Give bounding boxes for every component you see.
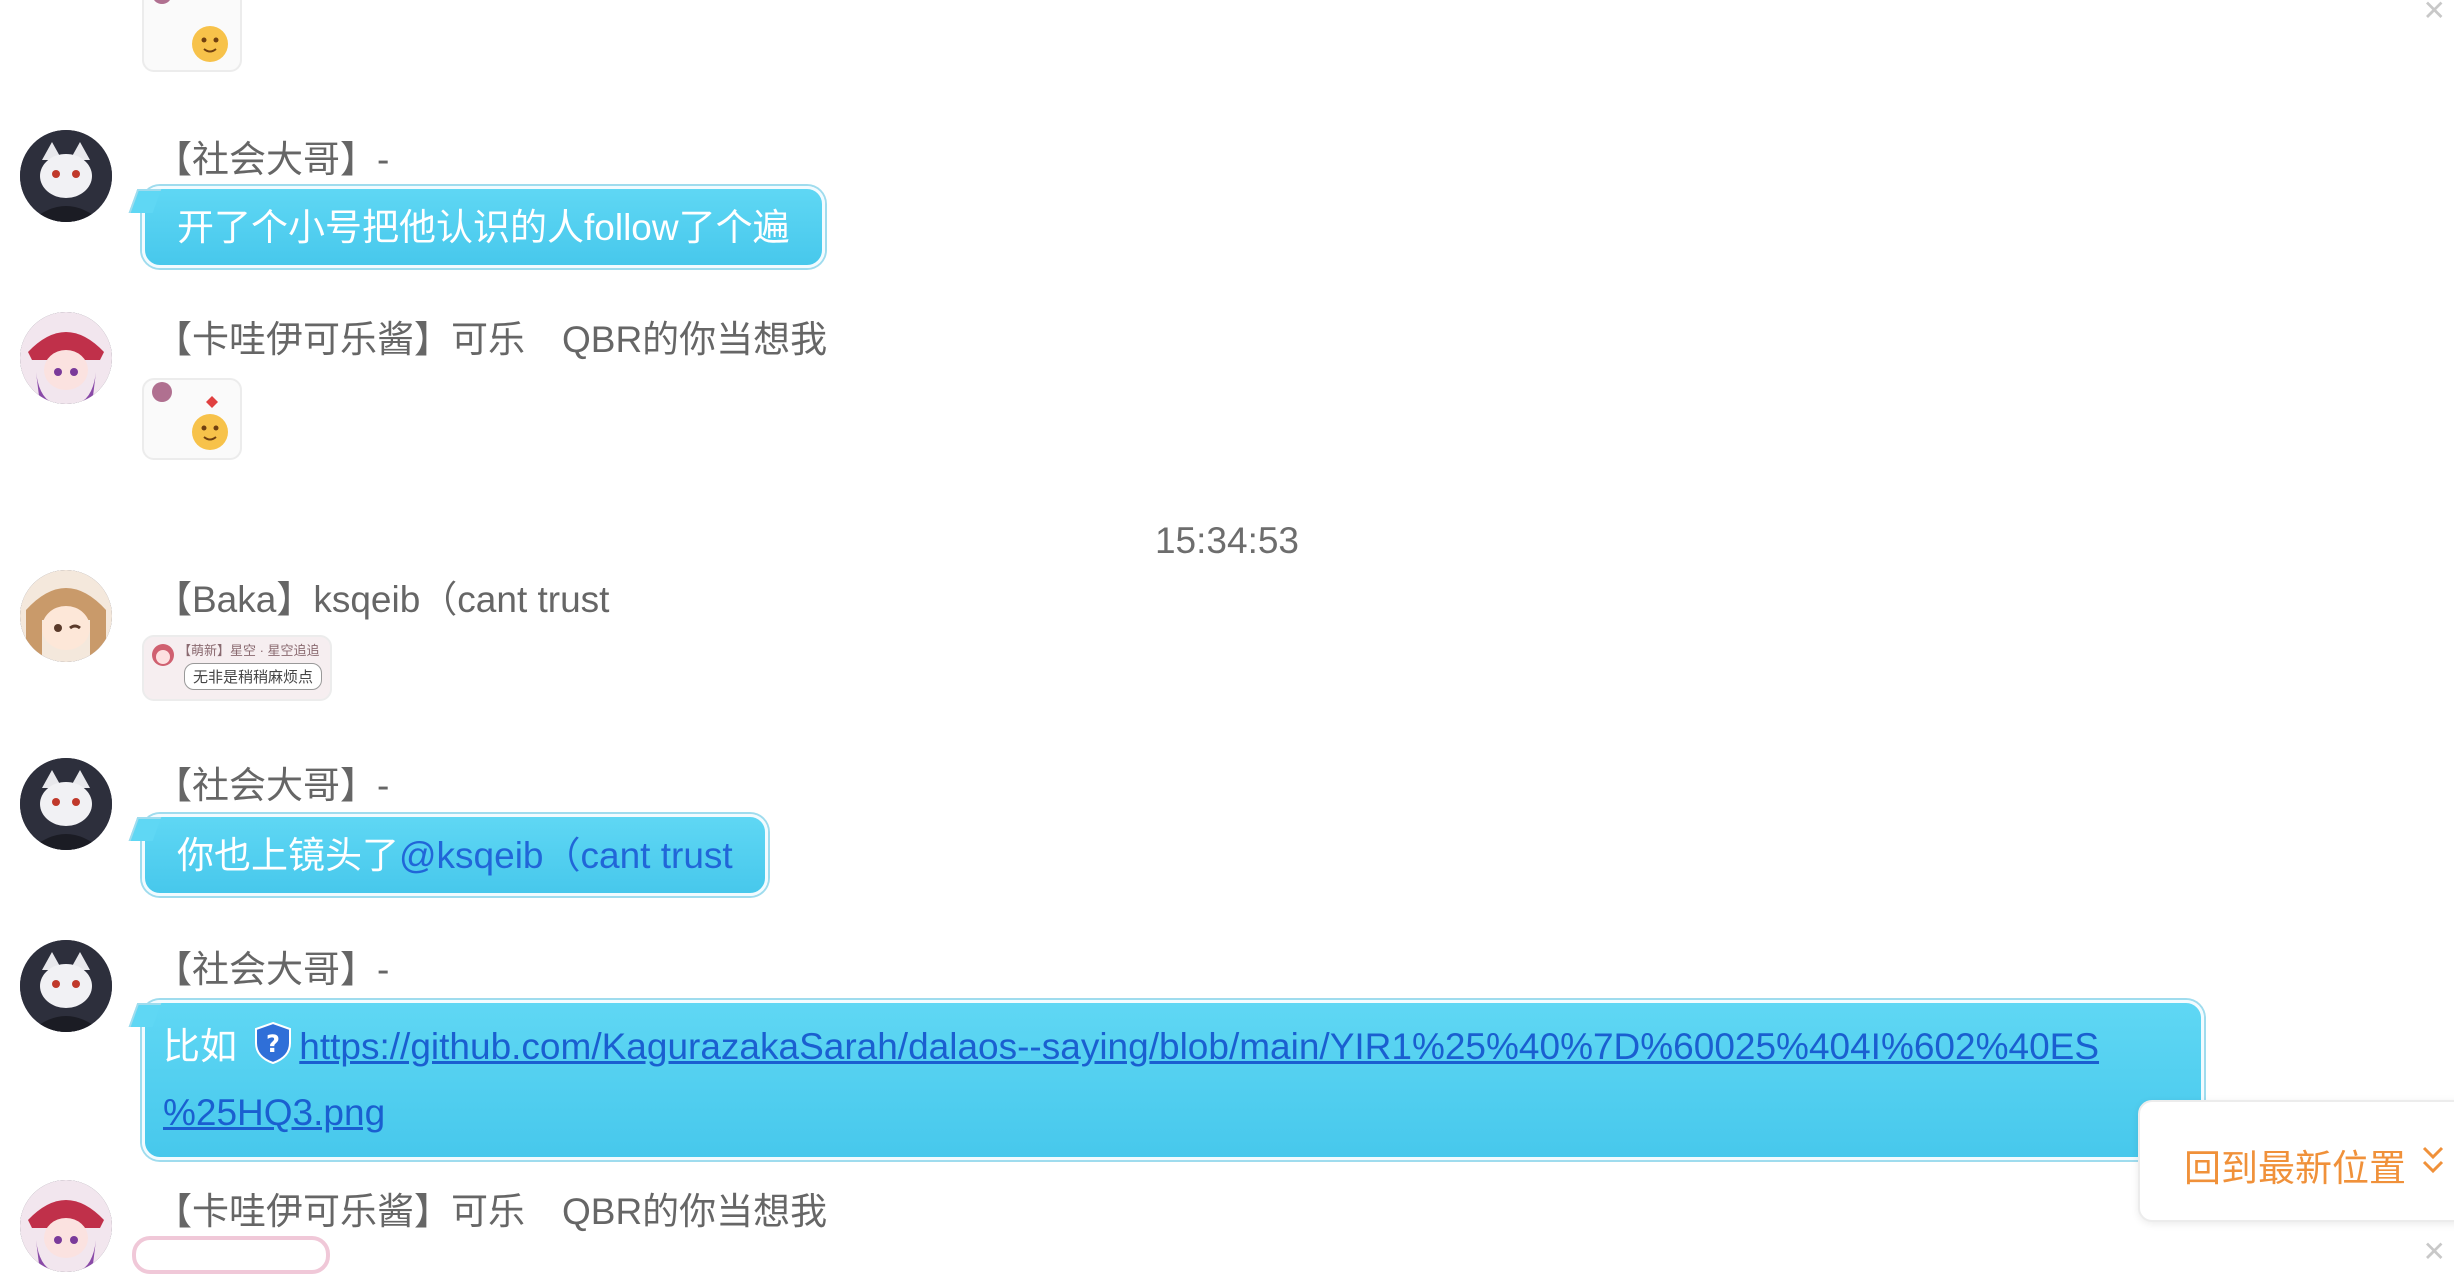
sticker-image[interactable]: 【萌新】星空 · 星空追追 无非是稍稍麻烦点 <box>142 635 332 701</box>
avatar[interactable] <box>20 940 112 1032</box>
bubble-tail <box>128 1003 162 1027</box>
bubble-tail <box>128 817 162 841</box>
svg-text:?: ? <box>266 1030 280 1058</box>
message-text: 开了个小号把他认识的人follow了个遍 <box>177 207 790 248</box>
url-link[interactable]: https://github.com/KagurazakaSarah/dalao… <box>299 1026 2099 1067</box>
double-chevron-down-icon <box>2420 1144 2446 1183</box>
sticker-caption: 无非是稍稍麻烦点 <box>184 663 323 690</box>
shield-question-icon: ? <box>253 1021 293 1083</box>
back-to-latest-label: 回到最新位置 <box>2184 1148 2406 1189</box>
bubble-tail <box>128 189 162 213</box>
back-to-latest-button[interactable]: 回到最新位置 <box>2138 1100 2454 1222</box>
sender-name: 【社会大哥】- <box>155 949 390 990</box>
avatar[interactable] <box>20 1180 112 1272</box>
sender-name: 【社会大哥】- <box>155 139 390 180</box>
sender-name: 【卡哇伊可乐酱】可乐 QBR的你当想我 <box>155 1191 828 1232</box>
sticker-image[interactable] <box>132 1236 330 1274</box>
avatar[interactable] <box>20 312 112 404</box>
sender-name: 【卡哇伊可乐酱】可乐 QBR的你当想我 <box>155 319 828 360</box>
scroll-down-mark: ✕ <box>2422 1236 2446 1267</box>
timestamp: 15:34:53 <box>1154 520 1300 561</box>
message-text: 你也上镜头了 <box>177 835 399 876</box>
scroll-up-mark: ✕ <box>2422 0 2446 26</box>
avatar[interactable] <box>20 758 112 850</box>
message-bubble[interactable]: 开了个小号把他认识的人follow了个遍 <box>128 186 825 268</box>
sender-name: 【社会大哥】- <box>155 765 390 806</box>
mention-link[interactable]: @ksqeib（cant trust <box>399 835 733 876</box>
sticker-header: 【萌新】星空 · 星空追追 <box>178 643 320 658</box>
sticker-image[interactable] <box>142 378 242 460</box>
sticker-image <box>142 0 242 72</box>
avatar[interactable] <box>20 570 112 662</box>
sender-name: 【Baka】ksqeib（cant trust <box>155 579 610 620</box>
message-bubble[interactable]: 你也上镜头了@ksqeib（cant trust <box>128 814 768 896</box>
message-bubble[interactable]: 比如 ? https://github.com/KagurazakaSarah/… <box>128 1000 2204 1160</box>
url-link-continued[interactable]: %25HQ3.png <box>163 1092 385 1133</box>
message-text: 比如 <box>163 1026 237 1067</box>
avatar[interactable] <box>20 130 112 222</box>
